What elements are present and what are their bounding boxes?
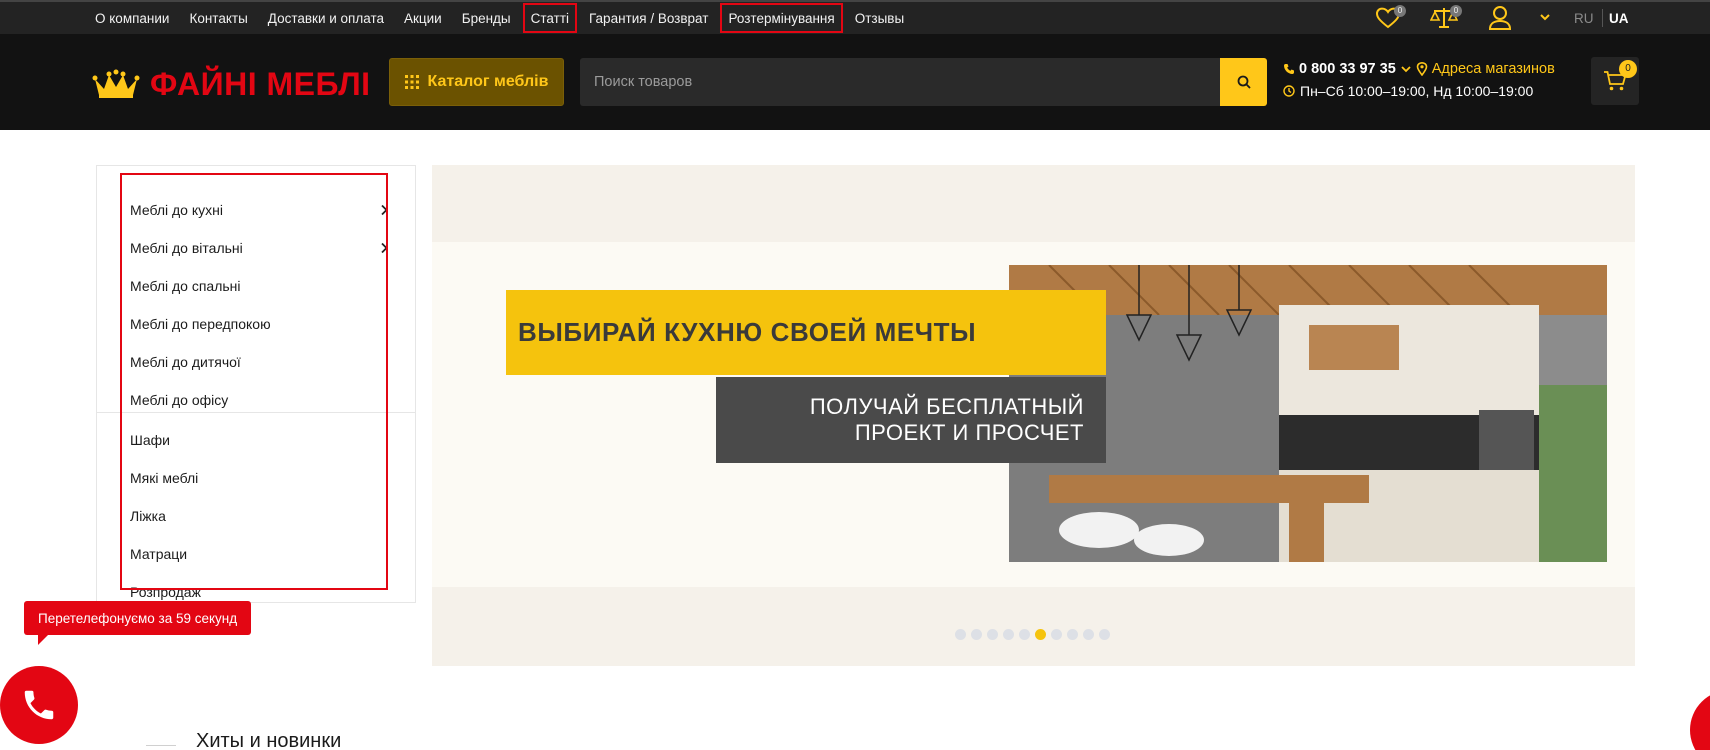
store-addresses-link[interactable]: Адреса магазинов [1432, 61, 1555, 77]
grid-icon [404, 75, 419, 89]
top-nav: О компании Контакты Доставки и оплата Ак… [95, 2, 924, 34]
nav-brands[interactable]: Бренды [462, 11, 511, 26]
slider-dot[interactable] [955, 629, 966, 640]
slider-dot[interactable] [1083, 629, 1094, 640]
banner-subline-1: ПОЛУЧАЙ БЕСПЛАТНЫЙ [809, 394, 1084, 419]
category-label: Шафи [130, 432, 170, 448]
slider-dot[interactable] [1051, 629, 1062, 640]
contact-block: 0 800 33 97 35 Адреса магазинов Пн–Сб 10… [1283, 58, 1555, 102]
slider-dot[interactable] [987, 629, 998, 640]
wishlist-button[interactable]: 0 [1370, 2, 1406, 34]
slider-dot[interactable] [1003, 629, 1014, 640]
category-label: Меблі до передпокою [130, 316, 271, 332]
site-logo[interactable]: ФАЙНІ МЕБЛІ [92, 64, 371, 104]
category-label: Меблі до кухні [130, 202, 223, 218]
category-label: Розпродаж [130, 584, 201, 600]
nav-warranty-return[interactable]: Гарантия / Возврат [589, 11, 708, 26]
slider-dot[interactable] [1099, 629, 1110, 640]
phone-icon [1284, 64, 1294, 74]
lang-ua[interactable]: UA [1609, 2, 1629, 34]
chevron-down-icon[interactable] [1400, 64, 1412, 74]
catalog-label: Каталог меблів [427, 73, 549, 90]
section-tab-marker [146, 745, 176, 746]
category-item-beds[interactable]: Ліжка [130, 506, 388, 526]
category-label: Матраци [130, 546, 188, 562]
search-input[interactable] [580, 58, 1220, 106]
phone-number[interactable]: 0 800 33 97 35 [1299, 61, 1396, 77]
hero-banner[interactable]: ВЫБИРАЙ КУХНЮ СВОЕЙ МЕЧТЫ ПОЛУЧАЙ БЕСПЛА… [432, 165, 1635, 666]
nav-articles[interactable]: Статті [522, 3, 578, 33]
top-icons: 0 0 [1370, 2, 1538, 34]
working-hours: Пн–Сб 10:00–19:00, Нд 10:00–19:00 [1300, 83, 1534, 99]
category-label: Мякі меблі [130, 470, 199, 486]
nav-delivery-payment[interactable]: Доставки и оплата [268, 11, 384, 26]
map-pin-icon [1416, 62, 1428, 76]
callback-tooltip[interactable]: Перетелефонуємо за 59 секунд [24, 601, 252, 645]
slider-dot-active[interactable] [1035, 629, 1046, 640]
catalog-button[interactable]: Каталог меблів [389, 58, 564, 106]
category-label: Меблі до спальні [130, 278, 241, 294]
compare-count: 0 [1450, 5, 1462, 17]
chevron-right-icon [381, 242, 388, 254]
search-button[interactable] [1220, 58, 1267, 106]
phone-icon [24, 690, 54, 720]
chat-button[interactable] [1690, 690, 1710, 750]
category-item-kids-room[interactable]: Меблі до дитячої [130, 352, 388, 372]
category-label: Меблі до вітальні [130, 240, 243, 256]
slider-pagination [955, 629, 1115, 640]
top-navigation-bar: О компании Контакты Доставки и оплата Ак… [0, 0, 1710, 34]
cart-button[interactable]: 0 [1591, 57, 1639, 105]
category-item-living-room[interactable]: Меблі до вітальні [130, 238, 388, 258]
nav-about[interactable]: О компании [95, 11, 169, 26]
header: ФАЙНІ МЕБЛІ Каталог меблів 0 800 33 97 3… [0, 34, 1710, 130]
category-item-mattresses[interactable]: Матраци [130, 544, 388, 564]
cart-count: 0 [1619, 60, 1637, 78]
banner-subheadline-box: ПОЛУЧАЙ БЕСПЛАТНЫЙ ПРОЕКТ И ПРОСЧЕТ [716, 377, 1106, 463]
chevron-down-icon[interactable] [1540, 13, 1550, 21]
category-item-wardrobes[interactable]: Шафи [130, 430, 388, 450]
category-item-office[interactable]: Меблі до офісу [130, 390, 388, 410]
lang-divider [1602, 9, 1603, 27]
category-sidebar [96, 165, 416, 603]
compare-button[interactable]: 0 [1426, 2, 1462, 34]
nav-reviews[interactable]: Отзывы [855, 11, 904, 26]
slider-dot[interactable] [971, 629, 982, 640]
clock-icon [1283, 85, 1295, 97]
lang-ru[interactable]: RU [1574, 2, 1594, 34]
wishlist-count: 0 [1394, 5, 1406, 17]
category-label: Ліжка [130, 508, 166, 524]
sidebar-divider [97, 412, 415, 413]
slider-dot[interactable] [1067, 629, 1078, 640]
search-box [580, 58, 1220, 106]
category-item-sale[interactable]: Розпродаж [130, 582, 388, 602]
crown-icon [92, 69, 140, 98]
category-label: Меблі до офісу [130, 392, 229, 408]
category-item-kitchen[interactable]: Меблі до кухні [130, 200, 388, 220]
nav-installments[interactable]: Розтермінування [720, 3, 843, 33]
callback-button[interactable] [0, 666, 78, 744]
category-item-soft-furniture[interactable]: Мякі меблі [130, 468, 388, 488]
chevron-right-icon [381, 204, 388, 216]
search-icon [1237, 75, 1251, 89]
account-button[interactable] [1482, 2, 1518, 34]
banner-subline-2: ПРОЕКТ И ПРОСЧЕТ [854, 420, 1084, 445]
nav-contacts[interactable]: Контакты [189, 11, 247, 26]
nav-promotions[interactable]: Акции [404, 11, 442, 26]
slider-dot[interactable] [1019, 629, 1030, 640]
section-title-hits: Хиты и новинки [196, 730, 342, 750]
category-item-bedroom[interactable]: Меблі до спальні [130, 276, 388, 296]
logo-text: ФАЙНІ МЕБЛІ [150, 65, 371, 102]
banner-headline: ВЫБИРАЙ КУХНЮ СВОЕЙ МЕЧТЫ [518, 317, 977, 347]
category-label: Меблі до дитячої [130, 354, 241, 370]
category-item-hallway[interactable]: Меблі до передпокою [130, 314, 388, 334]
user-icon [1488, 6, 1512, 30]
banner-headline-box: ВЫБИРАЙ КУХНЮ СВОЕЙ МЕЧТЫ [506, 290, 1106, 375]
